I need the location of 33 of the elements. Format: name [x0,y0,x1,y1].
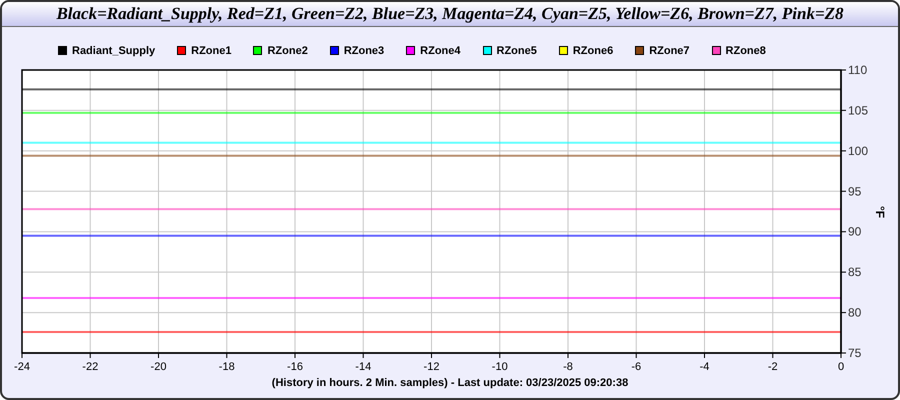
tick-label: -2 [768,361,778,373]
tick-label: 0 [838,361,844,373]
legend-label: RZone8 [726,44,766,56]
tick-label: 85 [848,265,862,280]
tick-label: -14 [355,361,372,373]
legend-label: Radiant_Supply [72,44,156,56]
legend-label: RZone6 [572,44,614,56]
legend-label: RZone7 [649,44,690,56]
tick-label: 75 [848,346,862,360]
legend-label: RZone1 [191,44,232,56]
tick-label: 90 [848,224,862,239]
tick-label: -12 [424,361,440,373]
tick-label: 110 [848,63,868,77]
tick-label: -16 [287,361,303,373]
tick-label: -24 [14,361,30,373]
legend-label: RZone2 [267,44,308,56]
tick-label: -8 [563,361,573,373]
tick-label: -4 [700,361,710,373]
legend-label: RZone3 [344,44,384,56]
tick-label: 105 [848,103,868,118]
tick-label: -22 [82,361,98,373]
tick-label: -10 [492,361,508,373]
tick-label: 80 [848,306,862,320]
tick-label: -6 [631,361,642,373]
axis-label: °F [873,206,887,218]
legend-label: RZone5 [496,44,537,56]
legend-label: RZone4 [420,44,460,56]
tick-label: 95 [848,184,862,198]
tick-label: -18 [218,361,235,373]
tick-label: -20 [150,361,166,373]
chart-title: Black=Radiant_Supply, Red=Z1, Green=Z2, Blue=Z3, Magenta=Z4, Cyan=Z5, Yellow=Z6, Brown=Z7, Pink=Z8 [2,2,898,27]
tick-label: 100 [848,144,868,158]
axis-label: (History in hours. 2 Min. samples) - Last update: 03/23/2025 09:20:38 [270,377,630,389]
